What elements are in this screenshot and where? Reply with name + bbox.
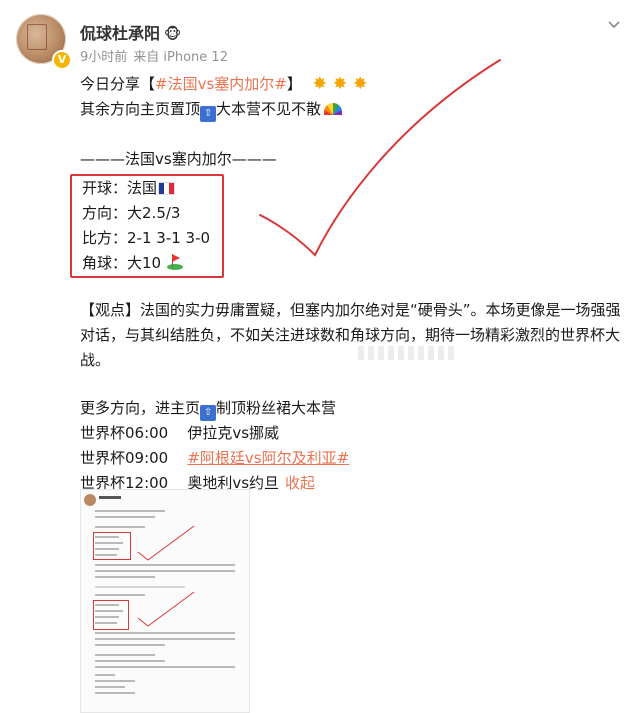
pin-icon: ⇧ [200,106,217,122]
monkey-emoji-icon: 🐵 [164,25,182,43]
star-icon: ✸ [332,74,348,94]
post-content: 今日分享【#法国vs塞内加尔#】 ✸ ✸ ✸ 其余方向主页置顶 ⇧ 大本营不见不散 ——… [70,72,628,496]
golf-flag-icon [167,254,184,270]
post-meta: 9小时前 来自 iPhone 12 [80,46,228,65]
prediction-row-corners: 角球：大10 [82,251,222,276]
user-name[interactable]: 侃球杜承阳 🐵 [80,20,181,44]
verified-badge-icon: V [52,50,72,70]
star-icon: ✸ [312,74,327,94]
topic-link-argentina-algeria[interactable]: #阿根廷vs阿尔及利亚# [187,449,349,467]
prediction-box: 开球：法国 方向：大2.5/3 比方：2-1 3-1 3-0 角球：大10 [70,174,224,278]
star-icon: ✸ [353,74,368,94]
prediction-row-score: 比方：2-1 3-1 3-0 [82,229,211,247]
schedule-row: 世界杯06:00 伊拉克vs挪威 [80,424,280,442]
post-line-2: 其余方向主页置顶 ⇧ 大本营不见不散 [80,97,628,122]
schedule-row: 世界杯09:00 #阿根廷vs阿尔及利亚# [80,449,350,467]
topic-link-france-senegal[interactable]: #法国vs塞内加尔# [155,75,287,93]
pin-icon: ⇧ [200,405,217,421]
viewpoint-paragraph: 【观点】法国的实力毋庸置疑，但塞内加尔绝对是“硬骨头”。本场更像是一场强强对话，… [80,301,621,369]
thumbnail-avatar [84,494,96,506]
collapse-link[interactable]: 收起 [285,474,315,492]
post-time: 9小时前 [80,50,128,65]
prediction-row-kickoff: 开球：法国 [82,176,222,201]
chevron-down-icon[interactable] [606,16,622,32]
watermark [358,346,458,360]
france-flag-icon [159,183,175,194]
rainbow-icon [324,103,343,115]
match-heading: ———法国vs塞内加尔——— [80,150,277,168]
attached-image-thumbnail[interactable] [80,489,250,713]
post-source: 来自 iPhone 12 [133,50,228,65]
post-line-1: 今日分享【#法国vs塞内加尔#】 ✸ ✸ ✸ [80,74,368,94]
prediction-row-direction: 方向：大2.5/3 [82,204,181,222]
more-line: 更多方向，进主页 ⇧ 制顶粉丝裙大本营 [80,396,628,421]
